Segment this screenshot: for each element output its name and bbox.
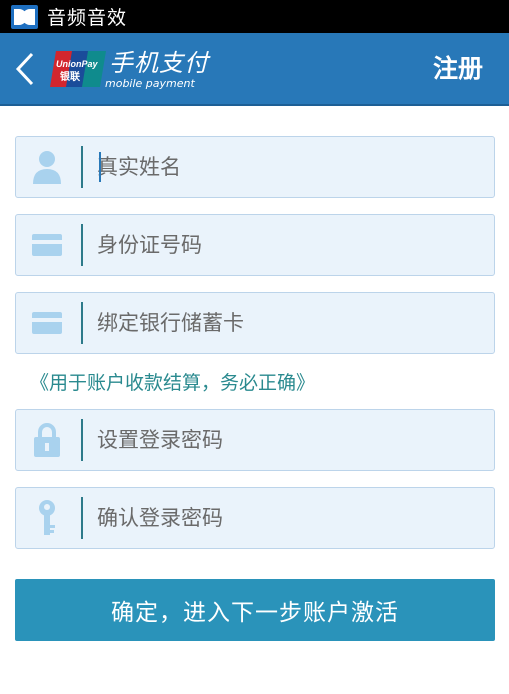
login-password-field[interactable] xyxy=(15,409,495,471)
confirm-password-field[interactable] xyxy=(15,487,495,549)
submit-button[interactable]: 确定，进入下一步账户激活 xyxy=(15,579,495,641)
unionpay-logo: UnionPay 银联 xyxy=(50,51,106,87)
brand-name-en: mobile payment xyxy=(105,77,195,90)
bank-card-field[interactable] xyxy=(15,292,495,354)
dolby-icon xyxy=(11,4,38,29)
field-divider xyxy=(81,497,83,539)
field-divider xyxy=(81,302,83,344)
name-field[interactable] xyxy=(15,136,495,198)
id-number-input[interactable] xyxy=(97,225,494,265)
id-card-icon xyxy=(28,225,66,265)
field-divider xyxy=(81,224,83,266)
bank-card-notice: 《用于账户收款结算，务必正确》 xyxy=(30,372,316,394)
brand-name-cn: 手机支付 xyxy=(109,49,209,77)
bank-card-input[interactable] xyxy=(97,303,494,343)
id-number-field[interactable] xyxy=(15,214,495,276)
login-password-input[interactable] xyxy=(97,420,494,460)
field-divider xyxy=(81,419,83,461)
status-app-title: 音频音效 xyxy=(47,7,128,29)
page-title: 注册 xyxy=(432,54,483,83)
name-input[interactable] xyxy=(97,147,494,187)
svg-text:UnionPay: UnionPay xyxy=(56,59,99,69)
user-icon xyxy=(28,147,66,187)
app-header: UnionPay 银联 手机支付 mobile payment 注册 xyxy=(0,33,509,106)
bank-card-icon xyxy=(28,303,66,343)
svg-text:银联: 银联 xyxy=(60,70,80,83)
text-cursor xyxy=(99,152,101,182)
confirm-password-input[interactable] xyxy=(97,498,494,538)
back-arrow-icon[interactable] xyxy=(10,51,40,87)
lock-icon xyxy=(28,420,66,460)
status-bar: 音频音效 xyxy=(0,0,509,33)
field-divider xyxy=(81,146,83,188)
key-icon xyxy=(28,498,66,538)
